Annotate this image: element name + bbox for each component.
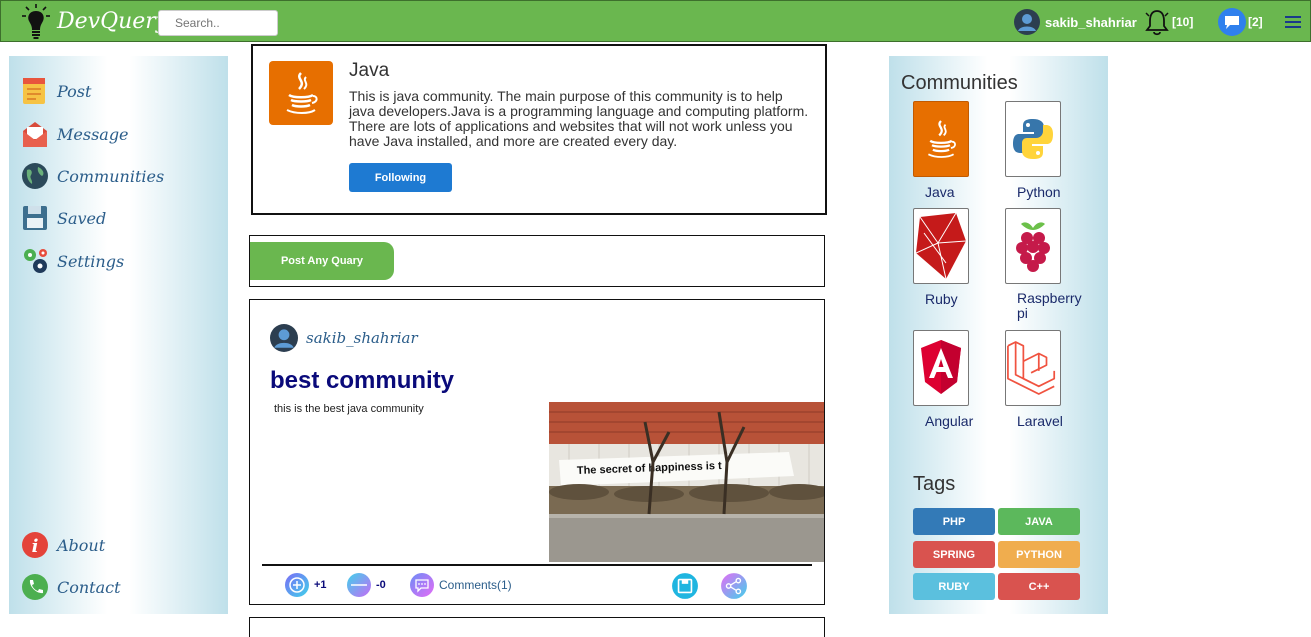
communities-heading: Communities [901,72,1018,94]
post-image: The secret of happiness is t [549,402,824,562]
menu-icon [1285,16,1301,28]
comments-label: Comments(1) [439,578,512,592]
post-body: this is the best java community [274,403,424,415]
community-label[interactable]: Angular [925,413,973,429]
downvote-button[interactable]: -0 [346,572,386,598]
post-username: sakib_shahriar [306,329,418,347]
avatar-icon [270,324,298,352]
svg-text:i: i [32,536,39,557]
sidebar-item-contact[interactable]: Contact [21,572,121,602]
gears-icon [24,249,47,273]
community-title: Java [349,60,390,81]
post-query-button[interactable]: Post Any Quary [250,242,394,280]
tags-heading: Tags [913,473,956,495]
comments-button[interactable]: Comments(1) [409,572,512,598]
community-label[interactable]: Laravel [1017,413,1063,429]
lightbulb-icon [22,4,50,39]
python-icon [1013,119,1053,159]
left-sidebar: Post Message Communities Saved Settings [9,56,228,614]
messages-button[interactable]: [2] [1218,1,1263,43]
search-input[interactable] [158,10,278,36]
sidebar-item-saved[interactable]: Saved [21,203,106,233]
downvote-count: -0 [376,579,386,591]
save-post-button[interactable] [671,572,699,600]
tag-php[interactable]: PHP [913,508,995,535]
java-icon [269,61,333,125]
laravel-icon [1007,341,1056,395]
upvote-button[interactable]: +1 [284,572,327,598]
globe-icon [22,163,48,189]
community-label[interactable]: Raspberry pi [1017,291,1087,321]
sidebar-item-label: Saved [57,208,107,228]
notification-count: [10] [1172,15,1194,29]
sidebar-item-message[interactable]: Message [21,119,129,149]
username: sakib_shahriar [1045,14,1137,30]
floppy-icon [23,206,47,230]
phone-icon [22,574,48,600]
sidebar-item-label: Post [57,81,92,101]
community-description: This is java community. The main purpose… [349,88,809,149]
community-raspberry-pi[interactable] [1005,208,1061,284]
mail-icon [23,122,47,147]
share-icon [721,573,747,599]
notifications-button[interactable]: [10] [1144,1,1193,43]
community-label[interactable]: Python [1017,184,1061,200]
app-logo[interactable]: DevQuery [21,3,168,39]
avatar-icon [1014,9,1040,35]
app-name: DevQuery [57,8,169,34]
bell-icon [1145,10,1169,36]
tag-java[interactable]: JAVA [998,508,1080,535]
angular-icon [921,340,961,394]
sidebar-item-communities[interactable]: Communities [21,161,164,191]
tag-python[interactable]: PYTHON [998,541,1080,568]
minus-circle-icon [347,573,371,597]
community-label[interactable]: Ruby [925,291,958,307]
sidebar-item-post[interactable]: Post [21,76,91,106]
comment-icon [410,573,434,597]
tag-spring[interactable]: SPRING [913,541,995,568]
sidebar-item-label: Contact [57,577,121,597]
raspberry-icon [1016,222,1050,272]
post-card: sakib_shahriar best community this is th… [249,299,825,605]
sidebar-item-label: Message [57,124,129,144]
upvote-count: +1 [314,579,327,591]
plus-circle-icon [285,573,309,597]
share-post-button[interactable] [720,572,748,600]
post-title[interactable]: best community [270,367,454,395]
tag-ruby[interactable]: RUBY [913,573,995,600]
user-menu[interactable]: sakib_shahriar [1014,1,1137,43]
tag-cpp[interactable]: C++ [998,573,1080,600]
post-query-box: Post Any Quary [249,235,825,287]
following-button[interactable]: Following [349,163,452,192]
top-navbar: DevQuery sakib_shahriar [10] [2] [0,0,1311,42]
sidebar-item-settings[interactable]: Settings [21,246,124,276]
community-ruby[interactable] [913,208,969,284]
community-label[interactable]: Java [925,184,955,200]
community-card: Java This is java community. The main pu… [251,44,827,215]
sidebar-item-label: About [57,535,106,555]
info-icon: i [22,532,48,558]
message-count: [2] [1248,15,1263,29]
post-author[interactable]: sakib_shahriar [270,324,418,352]
right-sidebar: Communities Java Python Ruby Raspberry p… [889,56,1108,614]
community-java[interactable] [913,101,969,177]
post-card [249,617,825,637]
java-icon [927,120,956,158]
sidebar-item-label: Communities [57,166,165,186]
ruby-icon [916,213,966,279]
post-divider [262,564,812,566]
save-icon [672,573,698,599]
hamburger-menu[interactable] [1285,1,1301,43]
sidebar-item-label: Settings [57,251,125,271]
post-icon [23,78,45,104]
community-python[interactable] [1005,101,1061,177]
community-laravel[interactable] [1005,330,1061,406]
sidebar-item-about[interactable]: i About [21,530,105,560]
chat-icon [1218,8,1246,36]
community-angular[interactable] [913,330,969,406]
